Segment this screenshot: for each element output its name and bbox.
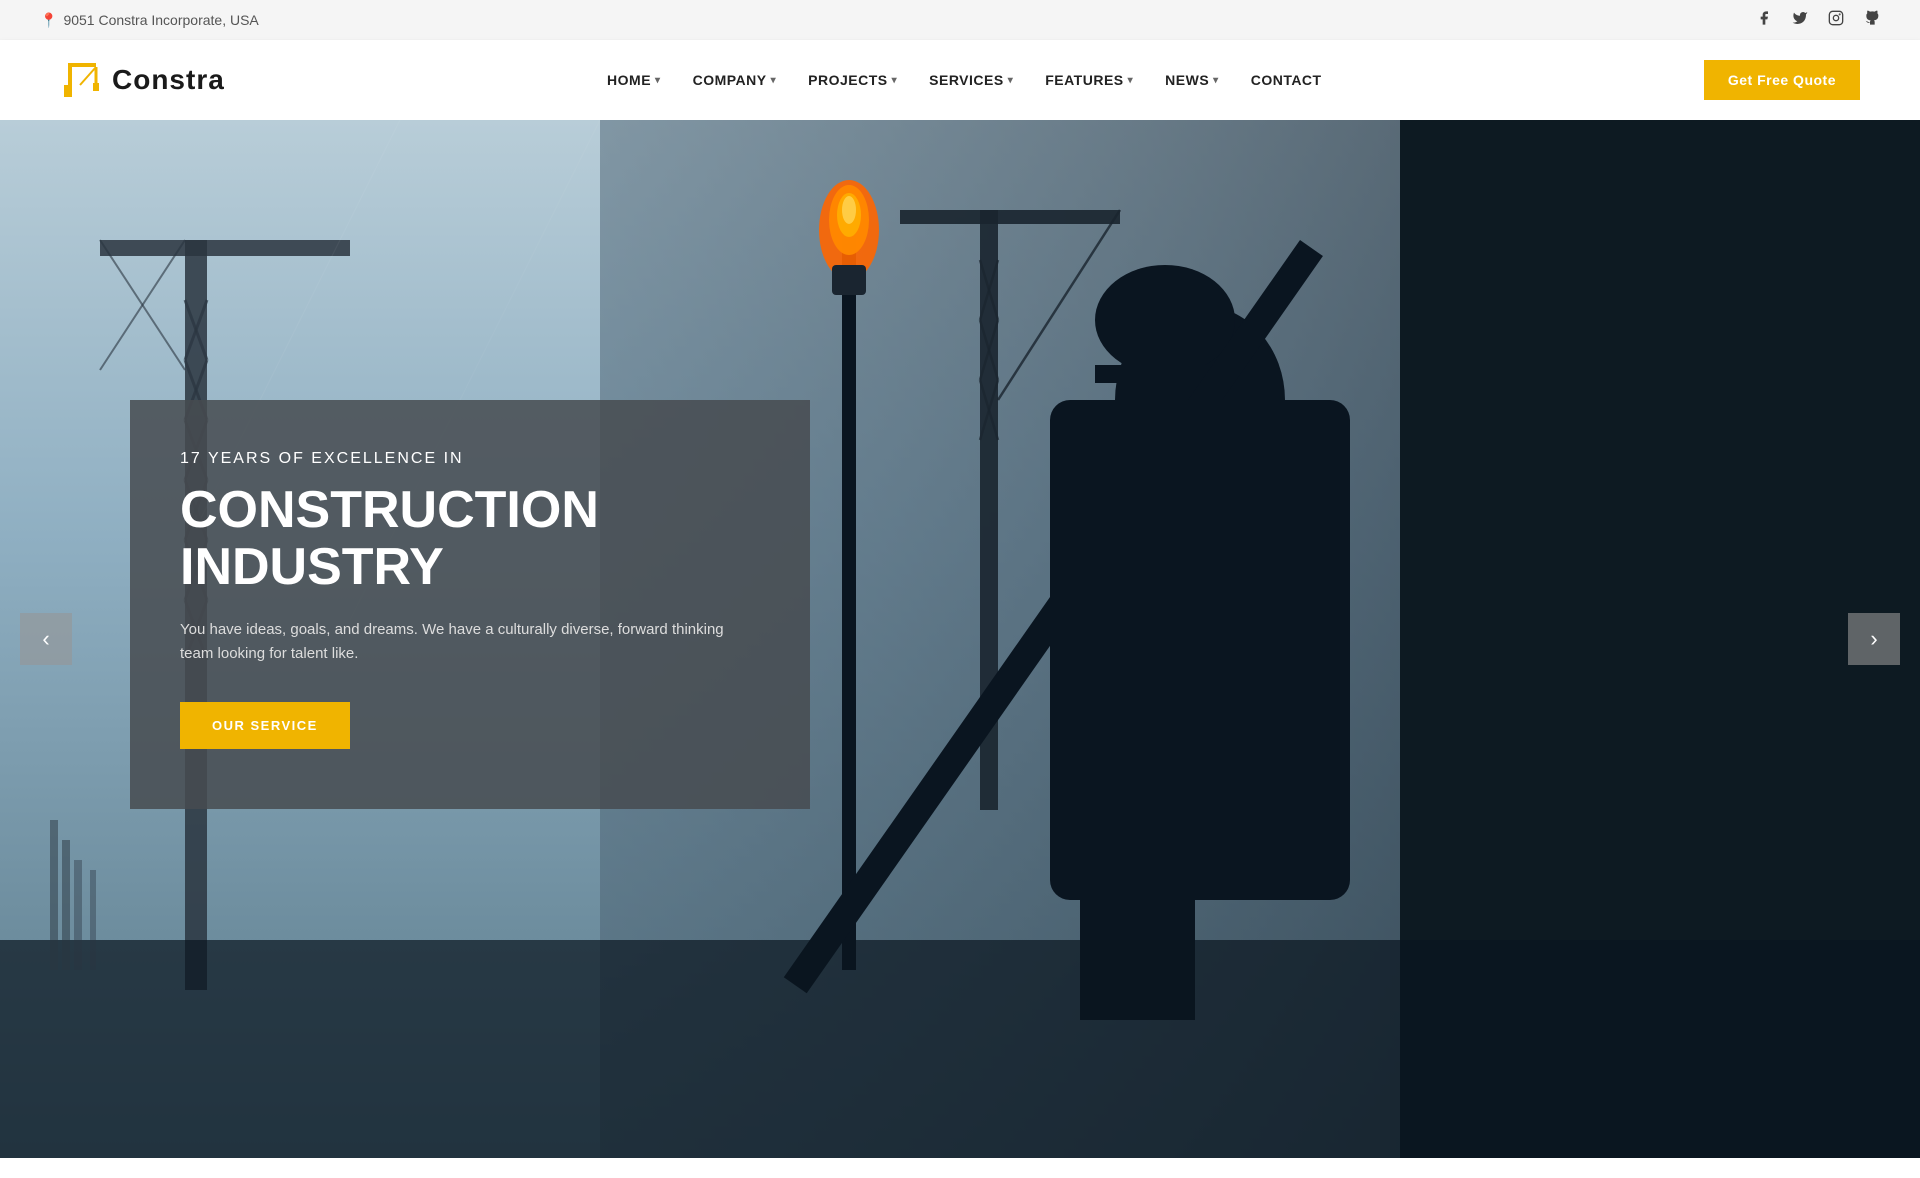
nav-item-services[interactable]: SERVICES ▾ bbox=[915, 64, 1027, 96]
hero-subtitle: 17 YEARS OF EXCELLENCE IN bbox=[180, 450, 750, 468]
social-links bbox=[1756, 10, 1880, 31]
nav-item-company[interactable]: COMPANY ▾ bbox=[679, 64, 791, 96]
address-text: 9051 Constra Incorporate, USA bbox=[63, 12, 258, 28]
our-service-button[interactable]: OUR SERVICE bbox=[180, 702, 350, 749]
logo[interactable]: Constra bbox=[60, 55, 225, 106]
topbar: 📍 9051 Constra Incorporate, USA bbox=[0, 0, 1920, 40]
news-dropdown-arrow: ▾ bbox=[1213, 75, 1219, 86]
right-arrow-icon: › bbox=[1870, 626, 1877, 652]
twitter-icon[interactable] bbox=[1792, 10, 1808, 31]
slider-next-button[interactable]: › bbox=[1848, 613, 1900, 665]
nav-menu: HOME ▾ COMPANY ▾ PROJECTS ▾ SERVICES ▾ F bbox=[593, 64, 1336, 96]
nav-link-projects[interactable]: PROJECTS ▾ bbox=[794, 64, 911, 96]
services-dropdown-arrow: ▾ bbox=[1008, 75, 1014, 86]
hero-section: 17 YEARS OF EXCELLENCE IN CONSTRUCTION I… bbox=[0, 120, 1920, 1158]
nav-item-contact[interactable]: CONTACT bbox=[1237, 64, 1336, 96]
logo-text: Constra bbox=[112, 64, 225, 96]
nav-link-contact[interactable]: CONTACT bbox=[1237, 64, 1336, 96]
slider-prev-button[interactable]: ‹ bbox=[20, 613, 72, 665]
nav-item-projects[interactable]: PROJECTS ▾ bbox=[794, 64, 911, 96]
left-arrow-icon: ‹ bbox=[42, 626, 49, 652]
nav-link-news[interactable]: NEWS ▾ bbox=[1151, 64, 1233, 96]
facebook-icon[interactable] bbox=[1756, 10, 1772, 31]
github-icon[interactable] bbox=[1864, 10, 1880, 31]
address-bar: 📍 9051 Constra Incorporate, USA bbox=[40, 12, 259, 29]
home-dropdown-arrow: ▾ bbox=[655, 75, 661, 86]
nav-link-home[interactable]: HOME ▾ bbox=[593, 64, 675, 96]
nav-item-features[interactable]: FEATURES ▾ bbox=[1031, 64, 1147, 96]
location-icon: 📍 bbox=[40, 12, 57, 29]
projects-dropdown-arrow: ▾ bbox=[892, 75, 898, 86]
nav-item-news[interactable]: NEWS ▾ bbox=[1151, 64, 1233, 96]
hero-title: CONSTRUCTION INDUSTRY bbox=[180, 482, 750, 596]
hero-content: 17 YEARS OF EXCELLENCE IN CONSTRUCTION I… bbox=[130, 400, 810, 809]
nav-link-features[interactable]: FEATURES ▾ bbox=[1031, 64, 1147, 96]
hero-description: You have ideas, goals, and dreams. We ha… bbox=[180, 618, 740, 666]
company-dropdown-arrow: ▾ bbox=[771, 75, 777, 86]
nav-link-services[interactable]: SERVICES ▾ bbox=[915, 64, 1027, 96]
logo-icon bbox=[60, 55, 104, 106]
get-free-quote-button[interactable]: Get Free Quote bbox=[1704, 60, 1860, 100]
features-dropdown-arrow: ▾ bbox=[1128, 75, 1134, 86]
nav-item-home[interactable]: HOME ▾ bbox=[593, 64, 675, 96]
nav-link-company[interactable]: COMPANY ▾ bbox=[679, 64, 791, 96]
instagram-icon[interactable] bbox=[1828, 10, 1844, 31]
navbar: Constra HOME ▾ COMPANY ▾ PROJECTS ▾ SERV… bbox=[0, 40, 1920, 120]
